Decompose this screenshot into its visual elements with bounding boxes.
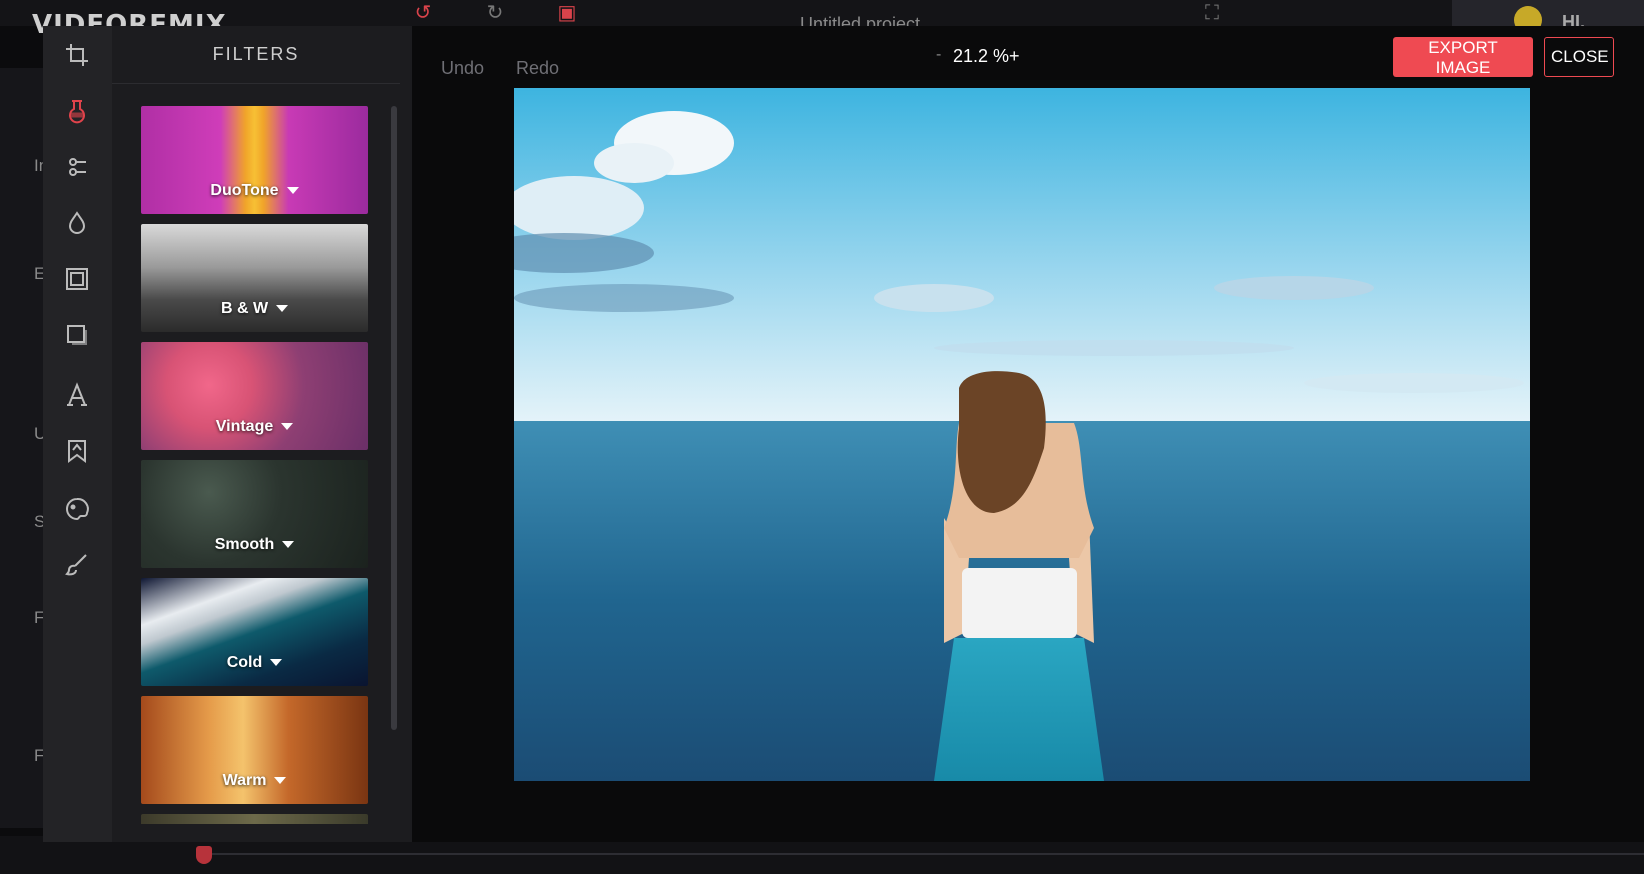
filter-label: Vintage [215,418,274,435]
filter-label: DuoTone [210,182,279,199]
fullscreen-icon[interactable]: ⛶ [1201,2,1223,24]
sticker-tool[interactable] [60,434,94,468]
adjust-sliders-icon [69,158,86,176]
undo-button[interactable]: Undo [441,58,484,79]
filter-label: B & W [220,300,269,317]
zoom-out-button[interactable]: - [936,46,941,64]
redo-icon[interactable]: ↻ [484,2,506,24]
filter-label: Cold [226,654,263,671]
text-tool[interactable] [60,378,94,412]
shape-tool[interactable] [60,318,94,352]
photo-ocean-woman [514,88,1530,781]
filter-label: Smooth [214,536,275,553]
filter-partial[interactable] [141,814,368,824]
canvas-image[interactable] [514,88,1530,781]
chevron-down-icon [286,187,299,195]
undo-icon[interactable]: ↺ [412,2,434,24]
filter-duotone[interactable]: DuoTone [141,106,368,214]
timeline-playhead[interactable] [196,846,212,864]
sticker-icon [68,440,86,463]
droplet-icon [68,211,86,234]
chevron-down-icon [281,423,294,431]
adjust-tool[interactable] [60,150,94,184]
redo-button[interactable]: Redo [516,58,559,79]
image-editor-modal: FILTERS DuoTone B & W Vintage Smooth Col… [43,26,1644,842]
chevron-down-icon [276,305,289,313]
filter-warm[interactable]: Warm [141,696,368,804]
chevron-down-icon [274,777,287,785]
tool-rail [43,26,112,842]
filter-label: Warm [222,772,267,789]
color-tool[interactable] [60,492,94,526]
filters-title: FILTERS [112,26,400,84]
filters-scrollbar[interactable] [391,106,397,730]
filter-vintage[interactable]: Vintage [141,342,368,450]
tint-tool[interactable] [60,206,94,240]
filter-cold[interactable]: Cold [141,578,368,686]
export-image-button[interactable]: EXPORT IMAGE [1393,37,1533,77]
background-left-panel: In E U S F F [0,68,48,828]
filter-bw[interactable]: B & W [141,224,368,332]
shape-icon [67,325,87,345]
filter-icon [69,100,85,124]
save-icon[interactable]: ▣ [556,2,578,24]
crop-tool[interactable] [60,38,94,72]
zoom-in-button[interactable]: + [1009,46,1020,67]
filters-panel: FILTERS DuoTone B & W Vintage Smooth Col… [112,26,412,842]
chevron-down-icon [270,659,283,667]
brush-icon [65,554,87,576]
chevron-down-icon [282,541,295,549]
filter-smooth[interactable]: Smooth [141,460,368,568]
timeline-track [206,853,1644,855]
crop-icon [66,44,88,66]
brush-tool[interactable] [60,548,94,582]
user-menu[interactable]: HI, BHADI [1452,0,1644,53]
filter-tool[interactable] [60,94,94,128]
frame-tool[interactable] [60,262,94,296]
text-icon [67,382,87,406]
filter-list: DuoTone B & W Vintage Smooth Cold Warm [141,106,371,824]
palette-icon [66,497,89,521]
zoom-level: 21.2 % [953,46,1010,66]
close-button[interactable]: CLOSE [1544,37,1614,77]
frame-icon [66,268,88,290]
